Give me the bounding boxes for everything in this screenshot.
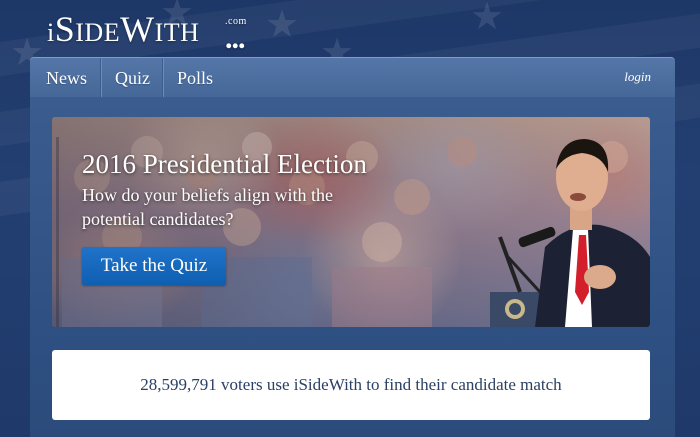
main-panel: 2016 Presidential Election How do your b… [30,97,675,437]
take-quiz-button[interactable]: Take the Quiz [82,247,226,285]
nav-item-polls[interactable]: Polls [162,58,227,98]
voters-count-card: 28,599,791 voters use iSideWith to find … [52,350,650,420]
voters-count-text: 28,599,791 voters use iSideWith to find … [140,375,562,394]
main-navbar: News Quiz Polls login [30,57,675,98]
site-logo[interactable]: iSIDEWITH .com ... [47,8,246,55]
speaker-photo [490,139,650,327]
hero-title: 2016 Presidential Election [82,149,367,179]
logo-text: iSIDEWITH [47,9,200,49]
nav-item-quiz[interactable]: Quiz [100,58,164,98]
logo-dots: ... [225,22,245,55]
nav-item-news[interactable]: News [32,58,101,98]
login-link[interactable]: login [624,58,651,98]
hero-subtitle: How do your beliefs align with the poten… [82,185,333,229]
hero-banner: 2016 Presidential Election How do your b… [52,117,650,327]
